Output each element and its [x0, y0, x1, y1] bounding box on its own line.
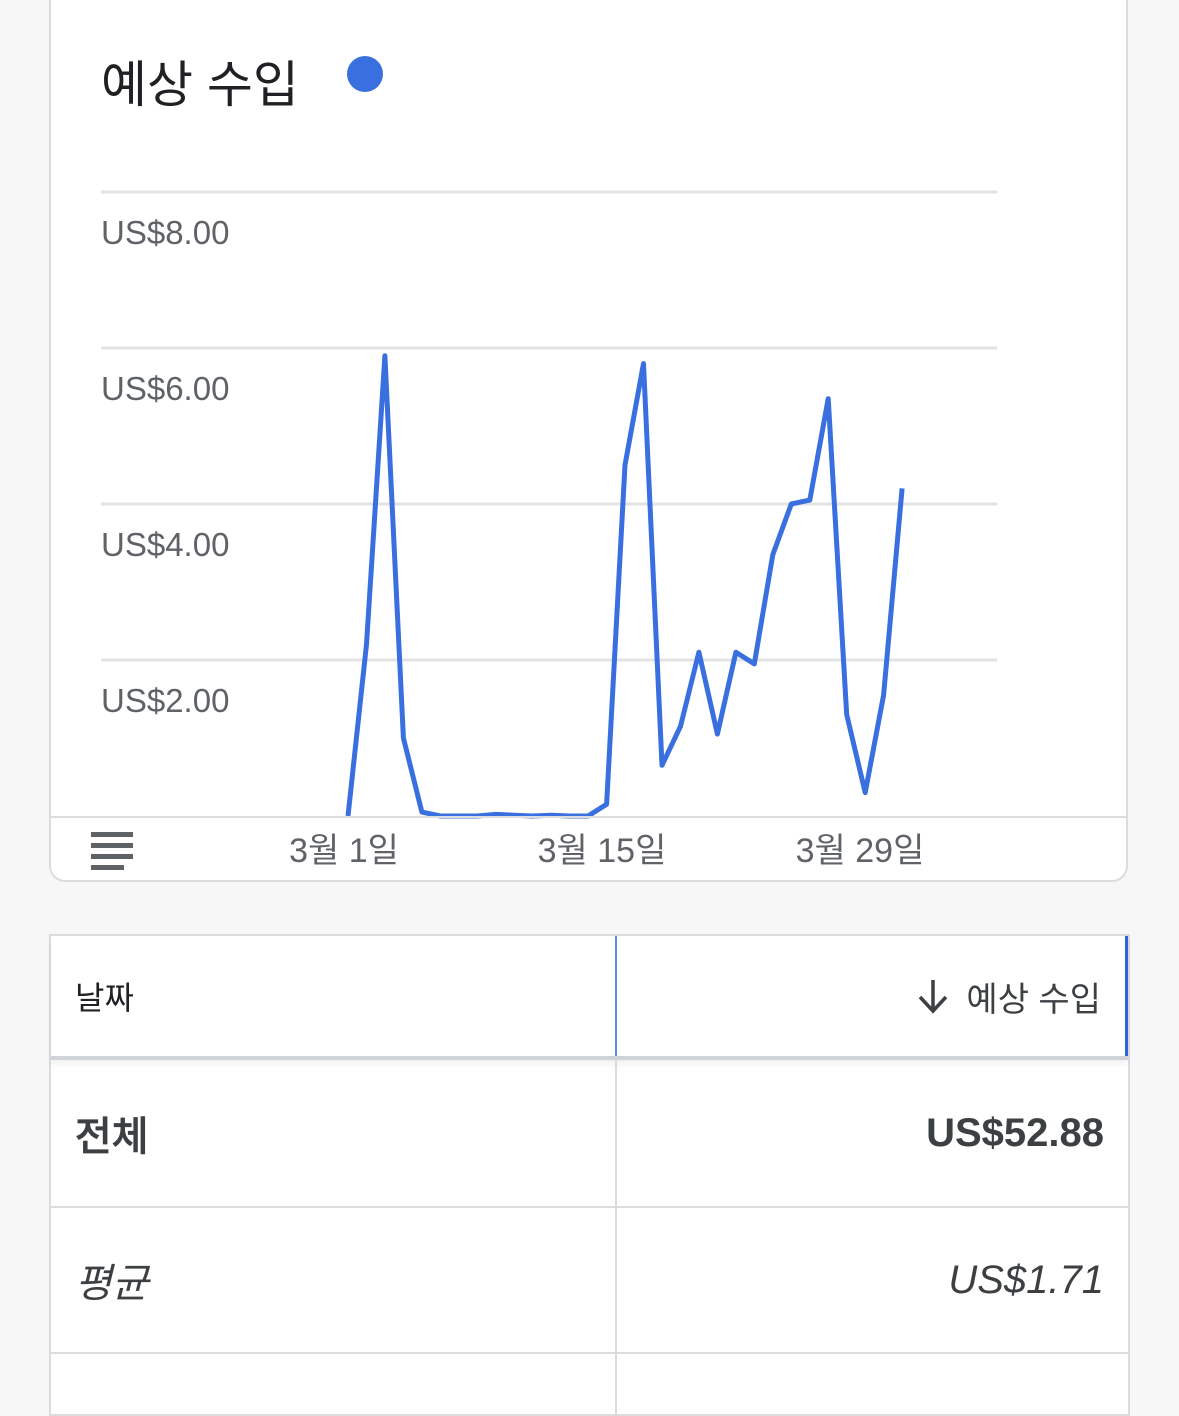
- total-value: US$52.88: [926, 1110, 1104, 1155]
- x-tick-label: 3월 1일: [289, 832, 399, 870]
- average-value: US$1.71: [948, 1257, 1104, 1302]
- y-tick-label: US$4.00: [101, 526, 229, 563]
- average-label: 평균: [51, 1208, 617, 1352]
- total-label: 전체: [51, 1060, 617, 1206]
- y-tick-label: US$2.00: [101, 682, 229, 719]
- revenue-table: 날짜 예상 수입 전체 US$52.88 평균 US$1.71: [49, 934, 1130, 1416]
- chart-footer-divider: [51, 816, 1126, 818]
- table-row: 평균 US$1.71: [51, 1208, 1128, 1354]
- table-row: 전체 US$52.88: [51, 1060, 1128, 1208]
- date-column-label: 날짜: [75, 980, 134, 1016]
- x-tick-label: 3월 15일: [538, 832, 667, 870]
- table-row: [51, 1354, 1128, 1414]
- revenue-line-chart: US$2.00 US$4.00 US$6.00 US$8.00 3월 1일 3월 15일 3…: [101, 190, 997, 870]
- y-tick-label: US$6.00: [101, 370, 229, 407]
- menu-icon[interactable]: [91, 832, 133, 870]
- x-tick-label: 3월 29일: [796, 832, 925, 870]
- revenue-chart-card: 예상 수입 US$2.00 US$4.00 US$6.00 US$8.00 3월 1일 3…: [49, 0, 1128, 882]
- revenue-column-label: 예상 수입: [966, 980, 1101, 1019]
- column-header-revenue[interactable]: 예상 수입: [617, 936, 1128, 1056]
- arrow-down-icon: [919, 980, 948, 1014]
- table-header-row: 날짜 예상 수입: [51, 936, 1128, 1060]
- revenue-series-line[interactable]: [345, 353, 905, 819]
- y-tick-label: US$8.00: [101, 214, 229, 251]
- column-header-date[interactable]: 날짜: [51, 936, 617, 1056]
